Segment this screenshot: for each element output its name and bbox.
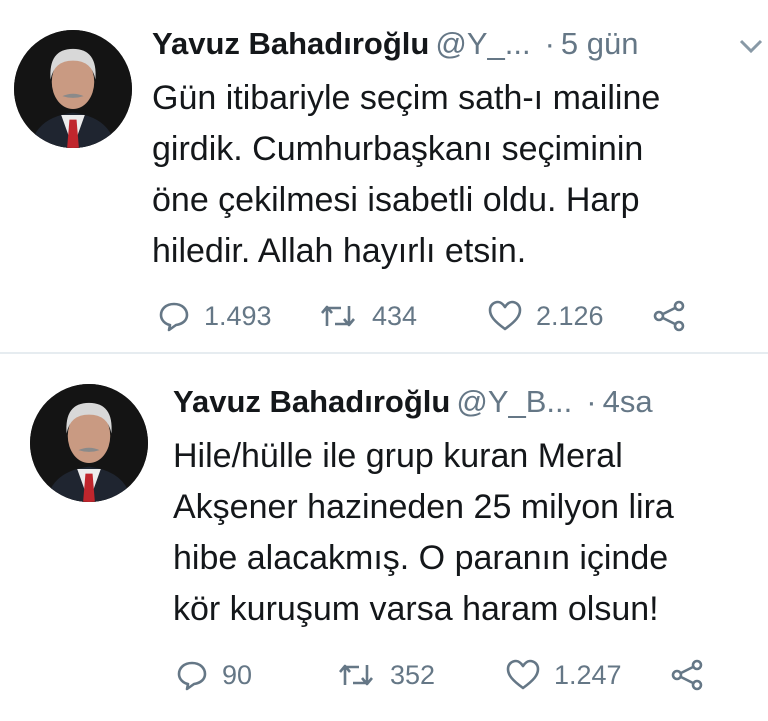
reply-count: 90 xyxy=(222,659,253,690)
tweet-divider xyxy=(0,352,768,354)
action-bar: 1.493 434 2.126 xyxy=(158,300,686,332)
reply-icon xyxy=(177,661,207,691)
reply-button[interactable]: 90 xyxy=(176,659,336,691)
share-icon xyxy=(653,300,685,332)
author-handle[interactable]: @Y_B... xyxy=(456,384,572,419)
separator-dot: · xyxy=(544,26,555,61)
like-button[interactable]: 1.247 xyxy=(506,659,670,691)
avatar[interactable] xyxy=(14,30,132,148)
retweet-count: 434 xyxy=(372,300,418,331)
reply-icon xyxy=(159,302,189,332)
tweet-text: Gün itibariyle seçim sath-ı mailine gird… xyxy=(152,79,661,270)
tweet-header: Yavuz Bahadıroğlu @Y_B... · 4sa xyxy=(173,384,653,420)
tweet-text: Hile/hülle ile grup kuran Meral Akşener … xyxy=(173,437,674,628)
avatar[interactable] xyxy=(30,384,148,502)
author-handle[interactable]: @Y_... xyxy=(435,26,530,61)
retweet-icon xyxy=(339,664,373,686)
tweet[interactable]: Yavuz Bahadıroğlu @Y_B... · 4sa Hile/hülle … xyxy=(0,356,768,721)
chevron-down-icon[interactable] xyxy=(738,36,764,56)
action-bar: 90 352 1.247 xyxy=(176,659,704,691)
retweet-button[interactable]: 434 xyxy=(318,300,488,332)
retweet-icon xyxy=(321,305,355,327)
share-button[interactable] xyxy=(670,659,704,691)
like-icon xyxy=(506,659,540,690)
retweet-button[interactable]: 352 xyxy=(336,659,506,691)
like-icon xyxy=(488,300,522,331)
timestamp[interactable]: 4sa xyxy=(603,384,653,419)
avatar-image xyxy=(30,384,148,502)
reply-count: 1.493 xyxy=(204,300,272,331)
like-button[interactable]: 2.126 xyxy=(488,300,652,332)
retweet-count: 352 xyxy=(390,659,436,690)
timestamp[interactable]: 5 gün xyxy=(561,26,639,61)
like-count: 1.247 xyxy=(554,659,622,690)
author-name[interactable]: Yavuz Bahadıroğlu xyxy=(152,26,429,61)
share-icon xyxy=(671,659,703,691)
avatar-image xyxy=(14,30,132,148)
separator-dot: · xyxy=(586,384,597,419)
like-count: 2.126 xyxy=(536,300,604,331)
tweet-header: Yavuz Bahadıroğlu @Y_... · 5 gün xyxy=(152,26,638,62)
tweet[interactable]: Yavuz Bahadıroğlu @Y_... · 5 gün Gün itibar… xyxy=(0,0,768,352)
author-name[interactable]: Yavuz Bahadıroğlu xyxy=(173,384,450,419)
reply-button[interactable]: 1.493 xyxy=(158,300,318,332)
share-button[interactable] xyxy=(652,300,686,332)
